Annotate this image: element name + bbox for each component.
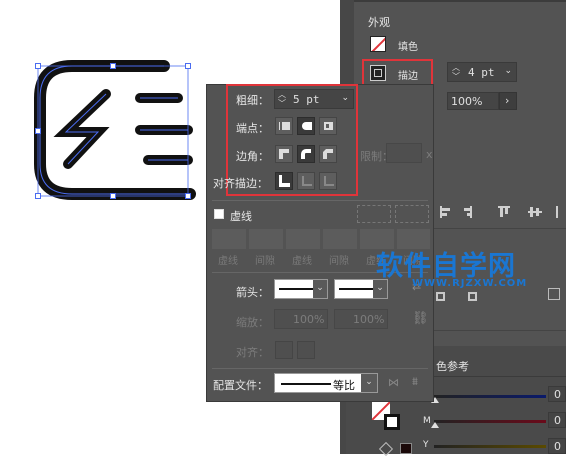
cap-label: 端点： (236, 122, 269, 135)
opacity-more-button[interactable]: › (499, 92, 517, 110)
chevron-down-icon[interactable]: ⌄ (504, 66, 512, 76)
fill-label: 填色 (398, 42, 418, 53)
stroke-swatch[interactable] (370, 65, 386, 81)
align-objects-icon[interactable] (436, 202, 566, 222)
start-arrowhead-dropdown[interactable]: ⌄ (274, 279, 328, 299)
stroke-label[interactable]: 描边 (398, 67, 418, 82)
gap-field[interactable] (249, 229, 283, 249)
projecting-cap-icon (324, 122, 333, 130)
link-scale-icon[interactable]: ⛓ (412, 311, 429, 326)
align-inside-button[interactable] (297, 172, 315, 190)
slider-row[interactable] (434, 442, 546, 452)
section-divider (212, 200, 428, 201)
miter-join-icon (279, 149, 289, 159)
dash-cell-label: 虚线 (292, 256, 312, 267)
dash-field[interactable] (286, 229, 320, 249)
slider-label-m: M (423, 416, 431, 426)
dashed-checkbox[interactable] (214, 209, 224, 219)
tab-color-guide[interactable]: 色参考 (436, 358, 469, 374)
align-center-button[interactable] (275, 172, 293, 190)
dash-field[interactable] (212, 229, 246, 249)
align-center-icon (279, 175, 290, 187)
round-join-button[interactable] (297, 145, 315, 163)
slider-row[interactable] (431, 417, 546, 428)
dash-cell-label: 虚线 (218, 256, 238, 267)
profile-dropdown[interactable]: 等比 ⌄ (274, 373, 378, 393)
align-inside-icon (302, 176, 312, 186)
fill-stroke-proxy[interactable] (372, 402, 402, 432)
stroke-proxy-swatch[interactable] (384, 414, 400, 430)
slider-label-y: Y (423, 440, 429, 450)
opacity-value: 100% (451, 95, 483, 108)
arrow-tip-end-button[interactable] (297, 341, 315, 359)
gap-field[interactable] (323, 229, 357, 249)
stepper-icon[interactable]: ︿ ﹀ (278, 90, 286, 108)
start-scale-field[interactable]: 100% (274, 309, 328, 329)
slider-thumb[interactable] (431, 422, 439, 428)
profile-value: 等比 (333, 379, 355, 392)
end-scale-field[interactable]: 100% (334, 309, 388, 329)
weight-value: 5 pt (293, 93, 320, 106)
limit-suffix: x (426, 148, 433, 161)
stroke-weight-dropdown[interactable]: ︿ ﹀ 4 pt ⌄ (447, 62, 517, 82)
dash-cell-label: 间隙 (329, 256, 349, 267)
arrowhead-label: 箭头： (236, 286, 269, 299)
limit-field[interactable] (386, 143, 422, 163)
round-cap-icon (302, 122, 312, 130)
chevron-down-icon[interactable]: ⌄ (313, 280, 327, 298)
round-join-icon (301, 149, 311, 159)
slider-value-field[interactable]: 0 (548, 386, 566, 402)
profile-label: 配置文件： (213, 379, 268, 392)
flip-horizontal-icon[interactable]: ⋈ (388, 376, 399, 389)
butt-cap-button[interactable] (275, 117, 293, 135)
black-swatch[interactable] (400, 443, 412, 454)
appearance-title: 外观 (368, 16, 390, 29)
dash-cell-label: 间隙 (255, 256, 275, 267)
weight-dropdown[interactable]: ︿ ﹀ 5 pt ⌄ (274, 89, 354, 109)
distribute-icon[interactable] (548, 288, 560, 300)
scale-label: 缩放： (236, 316, 269, 329)
chevron-right-icon: › (505, 94, 510, 107)
flip-vertical-icon[interactable]: ⩩ (412, 375, 418, 389)
align-outside-button[interactable] (319, 172, 337, 190)
slider-value-field[interactable]: 0 (548, 412, 566, 428)
arrow-align-label: 对齐： (236, 346, 269, 359)
bevel-join-icon (323, 149, 333, 159)
fill-swatch[interactable] (370, 36, 386, 52)
round-cap-button[interactable] (297, 117, 315, 135)
opacity-field[interactable]: 100% (447, 92, 499, 110)
dash-align-button[interactable] (357, 205, 391, 223)
slider-row[interactable] (431, 392, 546, 403)
arrow-tip-beyond-button[interactable] (275, 341, 293, 359)
align-stroke-label: 对齐描边： (213, 177, 268, 190)
align-outside-icon (324, 176, 334, 186)
watermark-url: WWW.RJZXW.COM (412, 278, 528, 289)
weight-label: 粗细： (236, 94, 269, 107)
section-divider (212, 368, 428, 369)
stroke-weight-value: 4 pt (468, 66, 495, 79)
dashed-label[interactable]: 虚线 (230, 208, 252, 224)
canvas-artwork[interactable] (0, 0, 206, 220)
stroke-artwork-icon (34, 60, 196, 200)
watermark-icons (434, 290, 484, 304)
stepper-icon[interactable]: ︿ ﹀ (452, 63, 460, 81)
chevron-down-icon[interactable]: ⌄ (341, 93, 349, 103)
slider-value-field[interactable]: 0 (548, 438, 566, 454)
dash-corner-button[interactable] (395, 205, 429, 223)
align-icons-row (436, 202, 566, 222)
corner-label: 边角： (236, 150, 269, 163)
none-fill-icon (371, 37, 385, 51)
chevron-down-icon[interactable]: ⌄ (361, 374, 377, 392)
projecting-cap-button[interactable] (319, 117, 337, 135)
bevel-join-button[interactable] (319, 145, 337, 163)
butt-cap-icon (279, 122, 290, 130)
miter-join-button[interactable] (275, 145, 293, 163)
